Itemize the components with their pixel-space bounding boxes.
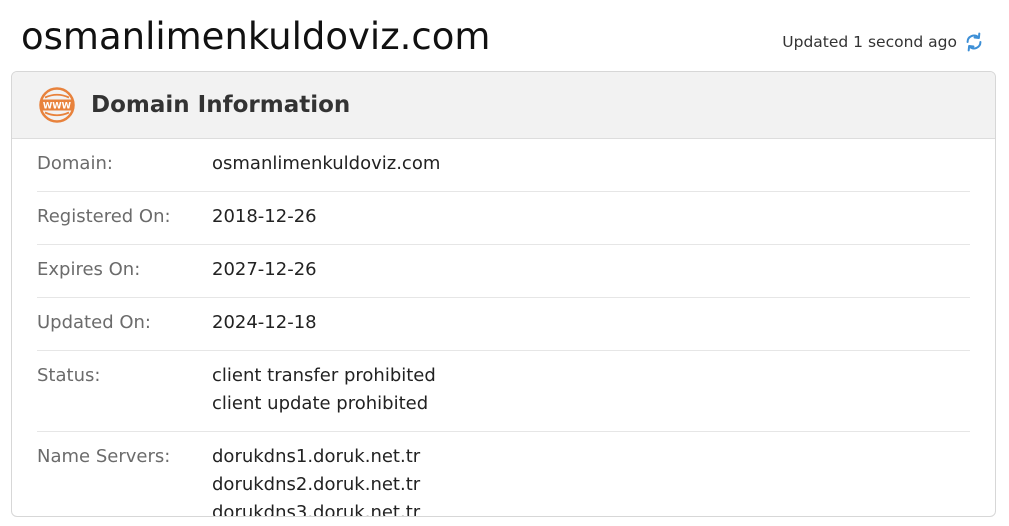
page: osmanlimenkuldoviz.com Updated 1 second … (0, 0, 1009, 526)
info-row-value: 2024-12-18 (212, 309, 317, 337)
info-row-label: Updated On: (37, 312, 151, 333)
info-row: Updated On: 2024-12-18 (37, 298, 970, 351)
info-row-value-line: osmanlimenkuldoviz.com (212, 153, 441, 174)
site-title: osmanlimenkuldoviz.com (21, 15, 491, 58)
info-row-value: osmanlimenkuldoviz.com (212, 150, 440, 178)
info-row-label: Expires On: (37, 259, 141, 280)
updated-text: Updated 1 second ago (782, 33, 957, 51)
info-rows: Domain: osmanlimenkuldoviz.com Registered … (12, 139, 995, 517)
svg-text:WWW: WWW (43, 101, 72, 111)
info-row: Registered On: 2018-12-26 (37, 192, 970, 245)
refresh-icon[interactable] (963, 31, 985, 53)
updated-status: Updated 1 second ago (782, 31, 985, 53)
info-row-value: dorukdns1.doruk.net.tr dorukdns2.doruk.ne… (212, 443, 421, 517)
info-row-value-line: 2018-12-26 (212, 206, 317, 227)
info-row-value-line: client update prohibited (212, 393, 429, 414)
info-row-value: client transfer prohibited client update … (212, 362, 436, 418)
www-icon: WWW (38, 86, 76, 124)
info-row-label: Name Servers: (37, 446, 171, 467)
info-row-value-line: dorukdns3.doruk.net.tr (212, 502, 421, 517)
info-row-value-line: dorukdns2.doruk.net.tr (212, 474, 421, 495)
info-row-value-line: 2024-12-18 (212, 312, 317, 333)
info-row-label: Registered On: (37, 206, 171, 227)
info-row: Name Servers: dorukdns1.doruk.net.tr doruk… (37, 432, 970, 517)
card-header: WWW Domain Information (12, 72, 995, 139)
info-row: Status: client transfer prohibited client … (37, 351, 970, 432)
info-row-value-line: client transfer prohibited (212, 365, 436, 386)
info-row-label: Domain: (37, 153, 113, 174)
info-row-value-line: dorukdns1.doruk.net.tr (212, 446, 421, 467)
info-row-value-line: 2027-12-26 (212, 259, 317, 280)
info-row: Expires On: 2027-12-26 (37, 245, 970, 298)
info-row-value: 2027-12-26 (212, 256, 317, 284)
info-row-label: Status: (37, 365, 101, 386)
card-title: Domain Information (91, 92, 351, 118)
domain-info-card: WWW Domain Information Domain: osmanlimen… (11, 71, 996, 517)
info-row: Domain: osmanlimenkuldoviz.com (37, 139, 970, 192)
info-row-value: 2018-12-26 (212, 203, 317, 231)
